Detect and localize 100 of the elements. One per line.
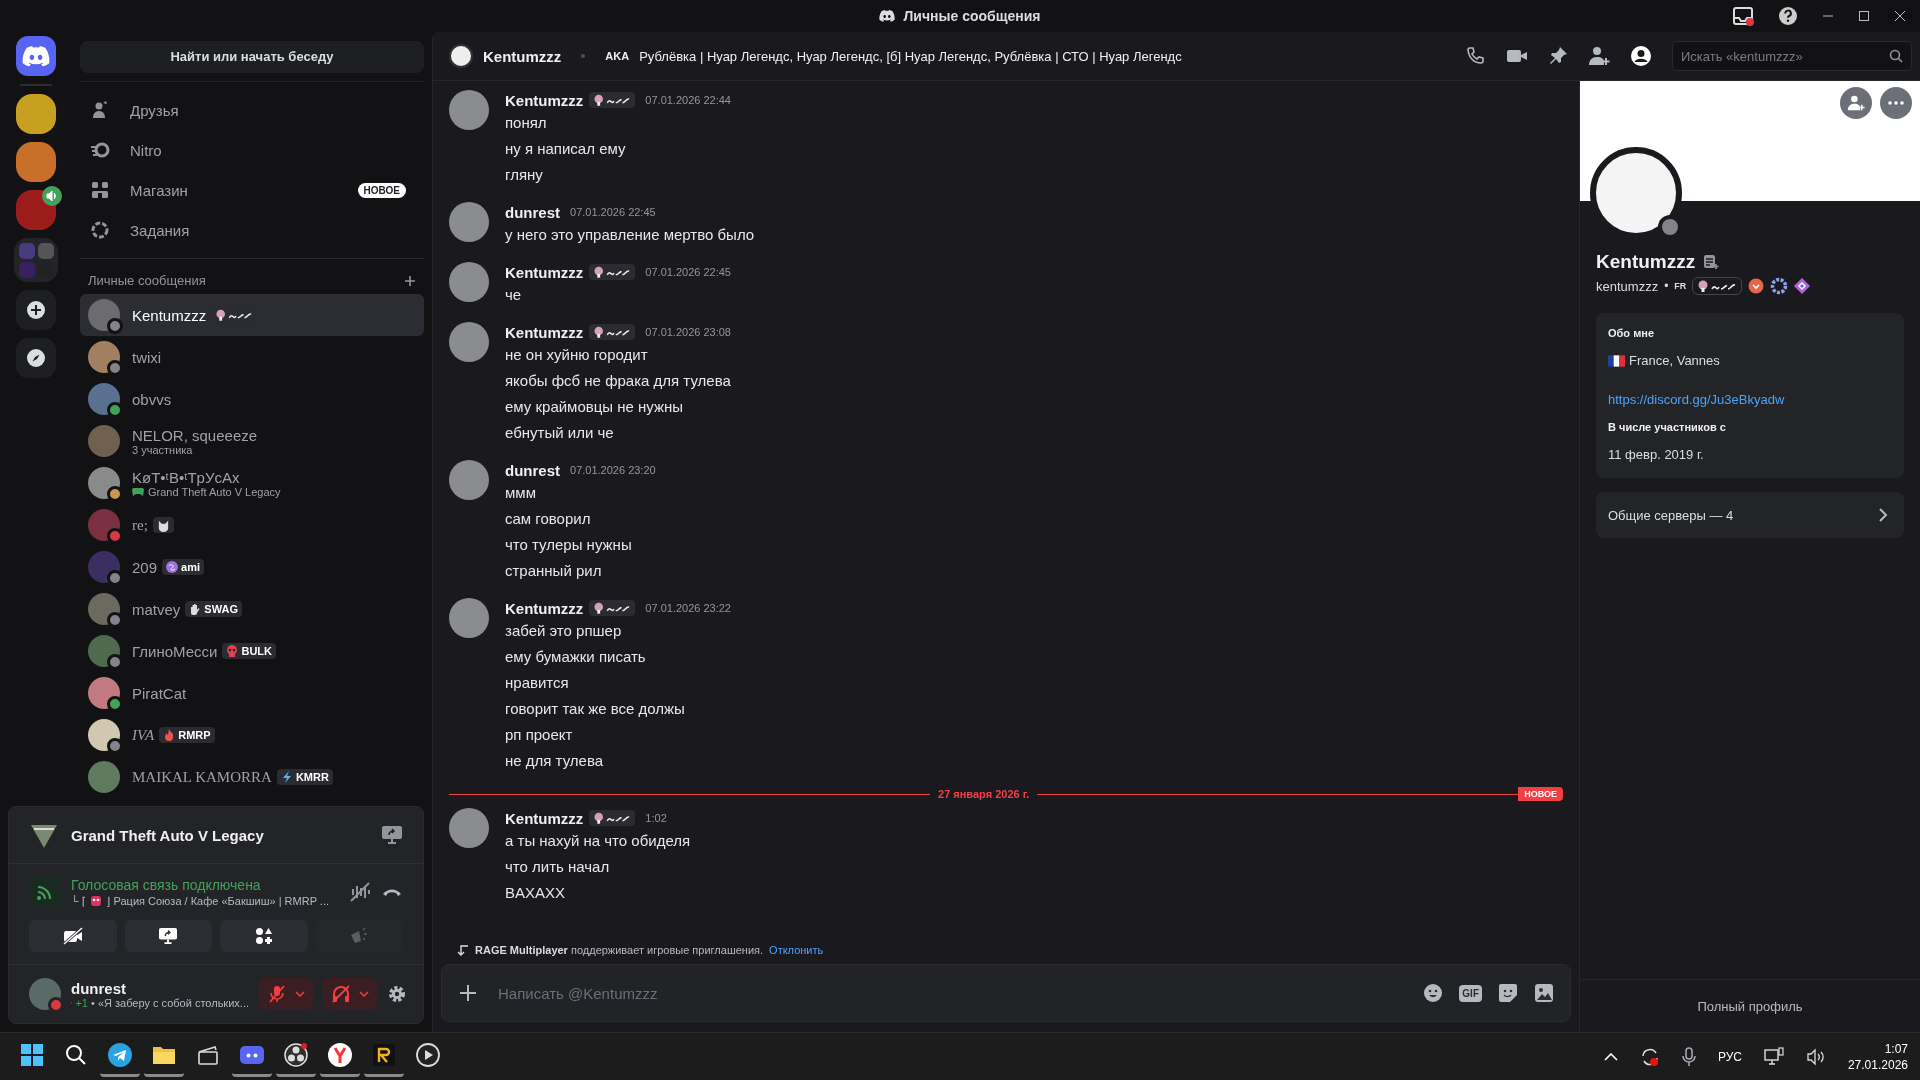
tag-emblem-icon: [593, 812, 632, 824]
author-name[interactable]: Kentumzzz: [505, 809, 584, 827]
timestamp: 07.01.2026 22:44: [645, 94, 731, 106]
user-profile-icon[interactable]: [1630, 45, 1652, 67]
author-name[interactable]: Kentumzzz: [505, 91, 584, 109]
gif-button[interactable]: GIF: [1459, 984, 1482, 1002]
microphone-icon[interactable]: [1681, 1046, 1696, 1067]
message-text: ну я написал ему: [505, 139, 627, 159]
nav-item[interactable]: Nitro: [80, 130, 424, 170]
more-button[interactable]: [1880, 87, 1912, 119]
timestamp: 1:02: [645, 812, 667, 824]
search-placeholder: Искать «kentumzzz»: [1681, 48, 1803, 64]
flame-icon: [163, 729, 176, 741]
camera-off-button[interactable]: [29, 920, 117, 952]
dm-item[interactable]: 209 ami: [80, 546, 424, 588]
new-messages-badge: НОВОЕ: [1518, 787, 1563, 801]
screen-share-icon[interactable]: [381, 825, 403, 845]
dm-item[interactable]: Kentumzzz: [80, 294, 424, 336]
dm-item[interactable]: MAIKAL KAMORRA KMRR: [80, 756, 424, 798]
invite-link[interactable]: https://discord.gg/Ju3eBkyadw: [1608, 392, 1892, 407]
dm-item[interactable]: re;: [80, 504, 424, 546]
avatar: [449, 44, 473, 68]
mutual-servers-button[interactable]: Общие серверы — 4: [1596, 492, 1904, 538]
add-person-icon: [1847, 94, 1865, 112]
add-person-icon[interactable]: [1588, 46, 1610, 66]
pin-icon[interactable]: [1548, 46, 1568, 66]
dismiss-link[interactable]: Отклонить: [769, 944, 824, 956]
close-icon[interactable]: [1894, 10, 1906, 22]
flag-icon: [1608, 354, 1625, 367]
mute-button[interactable]: [259, 978, 313, 1010]
dm-item[interactable]: KøT•ᵗB•ᵗTpУcAx Grand Theft Auto V Legacy: [80, 462, 424, 504]
sticker-icon[interactable]: [1498, 983, 1518, 1003]
author-name[interactable]: dunrest: [505, 203, 560, 221]
full-profile-link[interactable]: Полный профиль: [1697, 998, 1803, 1014]
reply-arrow-icon: [457, 944, 469, 956]
maximize-icon[interactable]: [1858, 10, 1870, 22]
noise-suppression-icon[interactable]: [349, 881, 371, 903]
video-camera-icon[interactable]: [1506, 47, 1528, 65]
add-server-button[interactable]: [16, 290, 56, 330]
lightning-icon: [280, 771, 293, 783]
tag-label: RMRP: [178, 729, 211, 741]
message-input[interactable]: Написать @Kentumzzz GIF: [441, 964, 1571, 1022]
language-indicator[interactable]: РУС: [1717, 1049, 1742, 1064]
find-conversation-button[interactable]: Найти или начать беседу: [80, 40, 424, 73]
phone-icon[interactable]: [1466, 46, 1486, 66]
search-field[interactable]: Искать «kentumzzz»: [1672, 41, 1912, 71]
nav-item[interactable]: Друзья: [80, 90, 424, 130]
share-screen-button[interactable]: [124, 920, 212, 952]
message-text: говорит так же все должы: [505, 699, 686, 719]
dm-item[interactable]: matvey SWAG: [80, 588, 424, 630]
author-name[interactable]: Kentumzzz: [505, 323, 584, 341]
timestamp: 07.01.2026 23:20: [570, 464, 656, 476]
dm-item[interactable]: obvvs: [80, 378, 424, 420]
nav-item[interactable]: Задания: [80, 210, 424, 250]
message-text: ебнутый или че: [505, 423, 615, 443]
hand-icon: [189, 603, 202, 615]
contact-name: Kentumzzz: [132, 306, 207, 324]
deafen-button[interactable]: [323, 978, 377, 1010]
dm-item[interactable]: twixi: [80, 336, 424, 378]
server-icon[interactable]: [16, 94, 56, 134]
author-name[interactable]: Kentumzzz: [505, 263, 584, 281]
chevron-up-icon[interactable]: [1603, 1052, 1618, 1061]
game-title: Grand Theft Auto V Legacy: [71, 826, 265, 844]
network-icon[interactable]: [1763, 1046, 1784, 1067]
help-icon[interactable]: [1778, 6, 1798, 26]
dm-item[interactable]: NELOR, squeeeze 3 участника: [80, 420, 424, 462]
author-name[interactable]: dunrest: [505, 461, 560, 479]
message-text: у него это управление мертво было: [505, 225, 755, 245]
emoji-icon[interactable]: [1423, 983, 1444, 1003]
direct-messages-button[interactable]: [16, 36, 56, 76]
sync-icon[interactable]: [1639, 1046, 1660, 1067]
speaker-icon[interactable]: [1805, 1047, 1826, 1066]
avatar: [29, 978, 61, 1010]
clock-time[interactable]: 1:07: [1884, 1041, 1908, 1056]
mutual-servers-label: Общие серверы — 4: [1608, 507, 1734, 523]
section-title: Обо мне: [1608, 327, 1656, 339]
note-icon[interactable]: [1703, 254, 1720, 270]
dm-item[interactable]: IVA RMRP: [80, 714, 424, 756]
add-friend-button[interactable]: [1840, 87, 1872, 119]
nav-label: Магазин: [130, 181, 189, 199]
voice-channel-name: ⌋ Рация Союза / Кафе «Бакшиш» | RMRP ...: [106, 894, 329, 908]
message-text: не он хуйню городит: [505, 345, 649, 365]
dm-item[interactable]: PiratCat: [80, 672, 424, 714]
inbox-icon[interactable]: [1732, 5, 1754, 27]
dm-item[interactable]: ГлиноМесси BULK: [80, 630, 424, 672]
explore-button[interactable]: [16, 338, 56, 378]
plus-icon[interactable]: [404, 274, 416, 287]
camera-off-icon: [62, 927, 83, 945]
server-folder[interactable]: [14, 238, 58, 282]
image-icon[interactable]: [1534, 983, 1554, 1003]
channel-prefix: └ ⌈: [71, 894, 87, 908]
discord-logo-icon: [22, 45, 50, 67]
shapes-icon: [254, 927, 273, 945]
nav-item[interactable]: Магазин НОВОЕ: [80, 170, 424, 210]
timestamp: 07.01.2026 23:08: [645, 326, 731, 338]
author-name[interactable]: Kentumzzz: [505, 599, 584, 617]
settings-icon[interactable]: [387, 984, 407, 1004]
clock-date[interactable]: 27.01.2026: [1847, 1057, 1908, 1072]
plus-icon[interactable]: [458, 983, 478, 1003]
activities-button[interactable]: [220, 920, 308, 952]
